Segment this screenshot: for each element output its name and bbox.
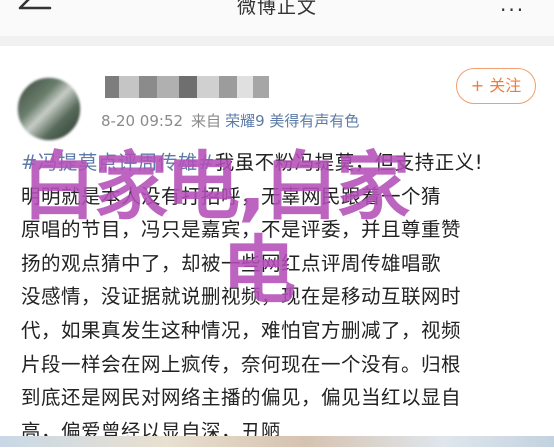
more-options-icon[interactable]: ··· (500, 0, 525, 22)
header-divider (0, 36, 554, 46)
post-time: 8-20 09:52 (101, 112, 184, 130)
username-censored[interactable] (105, 76, 285, 100)
content-line: 到底还是网民对网络主播的偏见，偏见当红以显自 (21, 381, 541, 415)
content-line: 片段一样会在网上疯传，奈何现在一个没有。归根 (21, 348, 541, 382)
avatar[interactable] (17, 77, 81, 141)
image-strip[interactable] (0, 436, 554, 447)
page-title: 微博正文 (236, 0, 317, 18)
watermark-line-2: 电 (222, 228, 296, 314)
source-device-link[interactable]: 荣耀9 美得有声有色 (225, 112, 359, 130)
watermark-line-1: 白家电,白家 (22, 144, 410, 230)
follow-button[interactable]: + 关注 (456, 68, 536, 104)
content-text: 到底还是网民对网络主播的偏见，偏见当红以显自 (21, 386, 462, 410)
post-meta: 8-20 09:52 来自 荣耀9 美得有声有色 (101, 110, 359, 131)
source-prefix: 来自 (191, 112, 222, 130)
watermark-overlay: 白家电,白家 电 (22, 145, 542, 325)
top-navigation-bar: 微博正文 ··· (0, 0, 554, 37)
content-text: 片段一样会在网上疯传，奈何现在一个没有。归根 (21, 352, 462, 376)
